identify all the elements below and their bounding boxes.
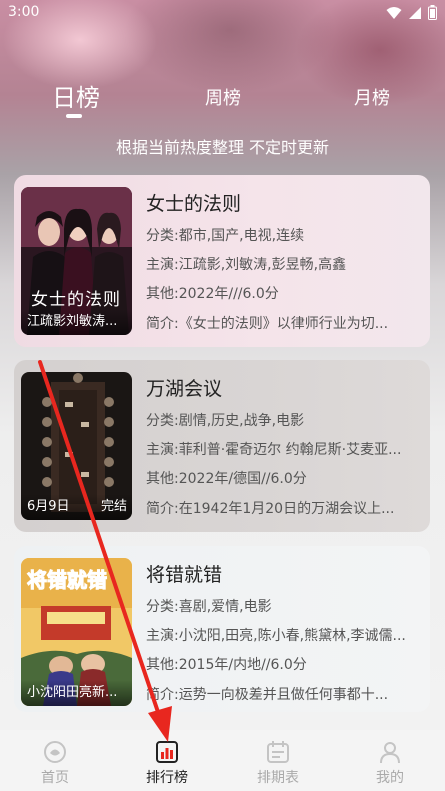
battery-icon — [428, 5, 437, 20]
cast-label: 主演: — [146, 257, 179, 273]
genre-label: 分类: — [146, 228, 179, 244]
intro-value: 运势一向极差并且做任何事都十... — [178, 687, 389, 703]
other-label: 其他: — [146, 286, 179, 302]
schedule-icon — [267, 741, 289, 763]
bottom-navigation: 首页 排行榜 排期表 我的 — [0, 730, 445, 791]
tab-active-indicator — [66, 114, 82, 118]
tab-daily[interactable]: 日榜 — [52, 78, 100, 113]
home-icon — [44, 741, 66, 763]
tab-weekly[interactable]: 周榜 — [205, 84, 241, 110]
movie-cast: 主演:小沈阳,田亮,陈小春,熊黛林,李诚儒... — [146, 625, 416, 645]
poster-title-art: 女士的法则 — [31, 290, 121, 310]
wifi-icon — [386, 6, 402, 19]
movie-cast: 主演:菲利普·霍奇迈尔 约翰尼斯·艾麦亚... — [146, 439, 416, 459]
nav-schedule[interactable]: 排期表 — [228, 730, 328, 791]
status-icons — [386, 5, 437, 20]
ranking-tabs: 日榜 周榜 月榜 — [0, 78, 445, 118]
cast-value: 小沈阳,田亮,陈小春,熊黛林,李诚儒... — [178, 628, 406, 644]
movie-poster: 将错就错 小沈阳田亮新... — [21, 558, 132, 706]
movie-intro: 简介:《女士的法则》以律师行业为切... — [146, 313, 416, 333]
intro-label: 简介: — [146, 501, 179, 517]
movie-genre: 分类:剧情,历史,战争,电影 — [146, 410, 416, 430]
movie-poster: 6月9日 完结 — [21, 372, 132, 520]
other-label: 其他: — [146, 657, 179, 673]
other-label: 其他: — [146, 471, 179, 487]
tab-monthly[interactable]: 月榜 — [354, 84, 390, 110]
nav-schedule-label: 排期表 — [257, 770, 299, 786]
signal-icon — [409, 6, 421, 19]
movie-other: 其他:2015年/内地//6.0分 — [146, 654, 416, 674]
poster-title-art: 将错就错 — [27, 568, 108, 593]
movie-title: 女士的法则 — [146, 193, 242, 215]
intro-label: 简介: — [146, 687, 179, 703]
status-bar: 3:00 — [0, 0, 445, 26]
movie-card[interactable]: 女士的法则 江疏影刘敏涛... 女士的法则 分类:都市,国产,电视,连续 主演:… — [14, 175, 430, 347]
cast-label: 主演: — [146, 628, 179, 644]
movie-card[interactable]: 将错就错 小沈阳田亮新... 将错就错 分类:喜剧,爱情,电影 主演:小沈阳,田… — [14, 546, 430, 712]
ranking-icon — [156, 741, 178, 763]
profile-icon — [380, 742, 400, 764]
movie-cast: 主演:江疏影,刘敏涛,彭昱畅,高鑫 — [146, 254, 416, 274]
nav-home-label: 首页 — [41, 770, 69, 786]
movie-card[interactable]: 6月9日 完结 万湖会议 分类:剧情,历史,战争,电影 主演:菲利普·霍奇迈尔 … — [14, 360, 430, 532]
movie-title: 万湖会议 — [146, 378, 223, 400]
movie-other: 其他:2022年///6.0分 — [146, 283, 416, 303]
other-value: 2022年///6.0分 — [178, 286, 279, 302]
nav-profile-label: 我的 — [376, 770, 404, 786]
movie-intro: 简介:运势一向极差并且做任何事都十... — [146, 684, 416, 704]
ranking-subtitle: 根据当前热度整理 不定时更新 — [115, 138, 330, 157]
genre-label: 分类: — [146, 413, 179, 429]
nav-ranking[interactable]: 排行榜 — [117, 730, 217, 791]
cast-label: 主演: — [146, 442, 179, 458]
genre-label: 分类: — [146, 599, 179, 615]
poster-caption: 小沈阳田亮新... — [21, 680, 132, 706]
movie-genre: 分类:喜剧,爱情,电影 — [146, 596, 416, 616]
genre-value: 剧情,历史,战争,电影 — [178, 413, 305, 429]
intro-value: 在1942年1月20日的万湖会议上... — [178, 501, 395, 517]
cast-value: 菲利普·霍奇迈尔 约翰尼斯·艾麦亚... — [178, 442, 402, 458]
genre-value: 喜剧,爱情,电影 — [178, 599, 272, 615]
movie-title: 将错就错 — [146, 564, 223, 586]
other-value: 2022年/德国//6.0分 — [178, 471, 307, 487]
nav-profile[interactable]: 我的 — [340, 730, 440, 791]
status-time: 3:00 — [8, 4, 40, 20]
genre-value: 都市,国产,电视,连续 — [178, 228, 305, 244]
poster-status-badge: 完结 — [100, 499, 127, 514]
movie-poster: 女士的法则 江疏影刘敏涛... — [21, 187, 132, 335]
intro-value: 《女士的法则》以律师行业为切... — [178, 316, 389, 332]
cast-value: 江疏影,刘敏涛,彭昱畅,高鑫 — [178, 257, 347, 273]
movie-genre: 分类:都市,国产,电视,连续 — [146, 225, 416, 245]
poster-caption: 江疏影刘敏涛... — [21, 309, 132, 335]
nav-home[interactable]: 首页 — [5, 730, 105, 791]
other-value: 2015年/内地//6.0分 — [178, 657, 307, 673]
nav-ranking-label: 排行榜 — [146, 770, 188, 786]
movie-intro: 简介:在1942年1月20日的万湖会议上... — [146, 498, 416, 518]
intro-label: 简介: — [146, 316, 179, 332]
movie-other: 其他:2022年/德国//6.0分 — [146, 468, 416, 488]
